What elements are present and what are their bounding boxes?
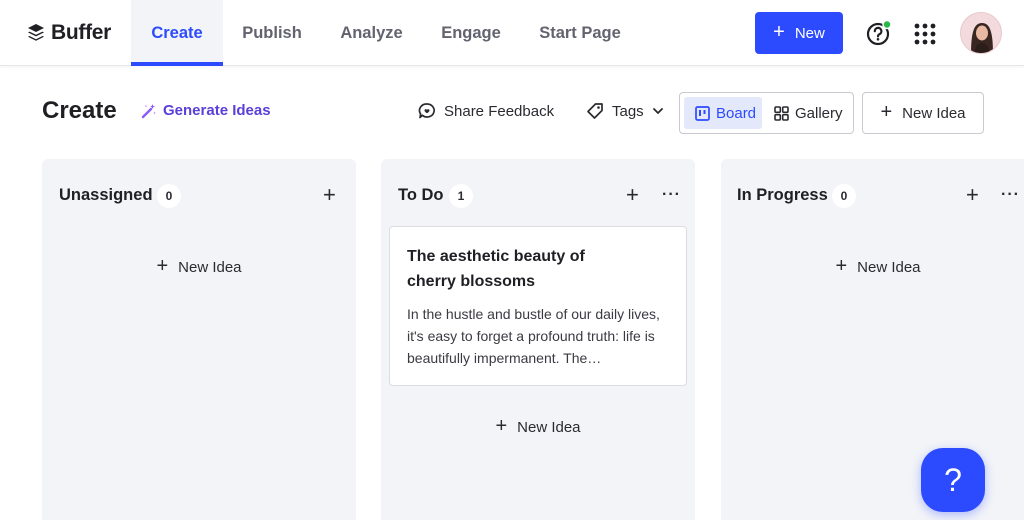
help-question-icon: ? xyxy=(944,461,962,498)
tab-start-page-label: Start Page xyxy=(539,23,621,42)
magic-wand-icon xyxy=(141,103,156,118)
brand-name: Buffer xyxy=(51,21,112,44)
column-count-badge: 1 xyxy=(449,184,473,208)
column-new-idea-label: New Idea xyxy=(517,418,581,436)
add-icon[interactable]: + xyxy=(626,183,639,207)
user-avatar[interactable] xyxy=(960,12,1002,54)
column-count-badge: 0 xyxy=(157,184,181,208)
column-count-badge: 0 xyxy=(832,184,856,208)
new-button[interactable]: + New xyxy=(755,12,843,54)
help-chat-button[interactable]: ? xyxy=(921,448,985,512)
avatar-portrait-icon xyxy=(961,13,1001,53)
plus-icon: + xyxy=(773,21,785,43)
chat-bubble-icon xyxy=(418,103,435,119)
brand-logo[interactable]: Buffer xyxy=(27,20,111,46)
add-icon[interactable]: + xyxy=(323,183,336,207)
gallery-icon xyxy=(774,105,789,121)
column-new-idea-button[interactable]: + New Idea xyxy=(42,255,356,277)
add-icon[interactable]: + xyxy=(966,183,979,207)
tab-publish-label: Publish xyxy=(242,23,302,42)
plus-icon: + xyxy=(880,101,893,123)
new-button-label: New xyxy=(794,24,825,42)
generate-ideas-label: Generate Ideas xyxy=(163,102,271,119)
tab-analyze-label: Analyze xyxy=(340,23,403,42)
column-new-idea-label: New Idea xyxy=(178,258,242,276)
tab-engage-label: Engage xyxy=(441,23,501,42)
plus-icon: + xyxy=(495,415,508,437)
tags-label: Tags xyxy=(612,102,644,120)
column-new-idea-button[interactable]: + New Idea xyxy=(381,415,695,437)
idea-card[interactable]: The aesthetic beauty of cherry blossoms … xyxy=(389,226,687,386)
idea-card-excerpt: In the hustle and bustle of our daily li… xyxy=(407,306,660,366)
column-new-idea-label: New Idea xyxy=(857,258,921,276)
tab-create[interactable]: Create xyxy=(131,0,223,66)
buffer-logo-icon xyxy=(28,24,44,41)
page-title: Create xyxy=(42,97,117,124)
view-toggle: Board Gallery xyxy=(679,92,854,134)
board-icon xyxy=(695,105,710,121)
tab-analyze[interactable]: Analyze xyxy=(321,0,422,66)
share-feedback-button[interactable]: Share Feedback xyxy=(418,102,554,120)
gallery-view-label: Gallery xyxy=(795,104,843,122)
plus-icon: + xyxy=(835,255,848,277)
idea-card-title: The aesthetic beauty of cherry blossoms xyxy=(407,248,585,290)
column-title: Unassigned xyxy=(59,186,153,204)
share-feedback-label: Share Feedback xyxy=(444,102,555,120)
column-title: In Progress xyxy=(737,186,828,204)
plus-icon: + xyxy=(156,255,169,277)
column-unassigned: Unassigned 0 + + New Idea xyxy=(42,159,356,520)
tab-engage[interactable]: Engage xyxy=(422,0,520,66)
tab-start-page[interactable]: Start Page xyxy=(520,0,640,66)
gallery-view-button[interactable]: Gallery xyxy=(770,97,850,129)
tags-dropdown[interactable]: Tags xyxy=(586,102,664,120)
board-view-button[interactable]: Board xyxy=(684,97,762,129)
more-options-icon[interactable]: ··· xyxy=(662,183,681,207)
board-view-label: Board xyxy=(716,104,757,122)
new-idea-button[interactable]: + New Idea xyxy=(862,92,984,134)
tag-icon xyxy=(587,103,603,119)
tab-create-label: Create xyxy=(151,23,203,42)
more-options-icon[interactable]: ··· xyxy=(1001,183,1020,207)
new-idea-button-label: New Idea xyxy=(902,104,966,122)
apps-grid-icon[interactable] xyxy=(914,23,936,45)
generate-ideas-button[interactable]: Generate Ideas xyxy=(141,102,271,119)
tab-publish[interactable]: Publish xyxy=(223,0,321,66)
column-to-do: To Do 1 + ··· The aesthetic beauty of ch… xyxy=(381,159,695,520)
help-circle-icon[interactable] xyxy=(866,20,892,46)
chevron-down-icon xyxy=(652,108,663,114)
column-title: To Do xyxy=(398,186,444,204)
top-navigation: Buffer Create Publish Analyze Engage Sta… xyxy=(0,0,1024,66)
column-new-idea-button[interactable]: + New Idea xyxy=(721,255,1024,277)
